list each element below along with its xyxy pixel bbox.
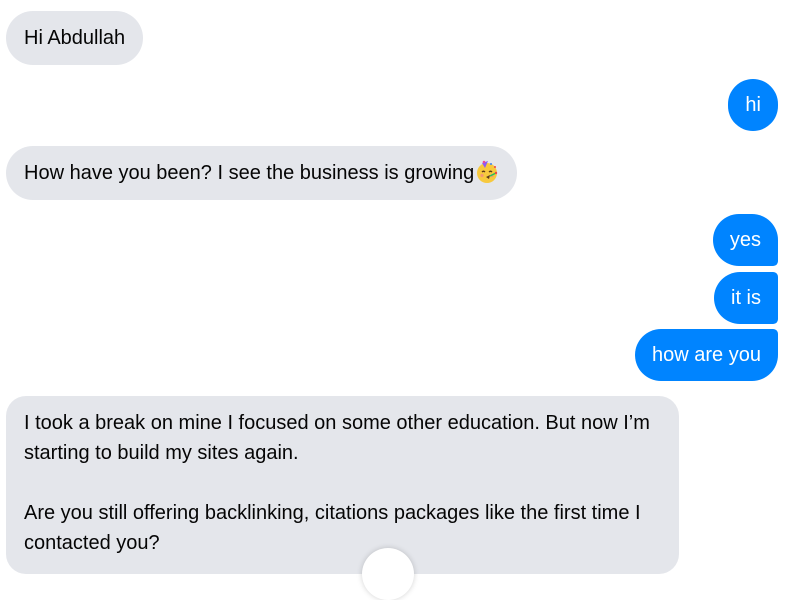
message-text: it is <box>731 287 761 309</box>
message-bubble-outgoing[interactable]: it is <box>714 272 778 324</box>
message-bubble-incoming[interactable]: Hi Abdullah <box>6 11 144 65</box>
message-bubble-outgoing[interactable]: yes <box>712 214 778 266</box>
message-bubble-incoming[interactable]: How have you been? I see the business is… <box>6 146 518 200</box>
message-paragraph: Are you still offering backlinking, cita… <box>24 502 641 554</box>
message-text: Hi Abdullah <box>24 27 126 49</box>
message-text: how are you <box>652 344 761 366</box>
message-text: hi <box>745 94 761 116</box>
message-text: How have you been? I see the business is… <box>24 162 475 184</box>
partying-face-emoji-icon <box>477 160 498 183</box>
message-bubble-incoming[interactable]: I took a break on mine I focused on some… <box>6 396 679 574</box>
message-thread: Hi Abdullah hi How have you been? I see … <box>0 0 799 600</box>
scroll-to-bottom-button[interactable] <box>362 548 414 600</box>
message-paragraph: I took a break on mine I focused on some… <box>24 412 650 464</box>
message-text: yes <box>729 229 761 251</box>
message-bubble-outgoing[interactable]: hi <box>728 79 778 131</box>
message-bubble-outgoing[interactable]: how are you <box>635 329 778 381</box>
